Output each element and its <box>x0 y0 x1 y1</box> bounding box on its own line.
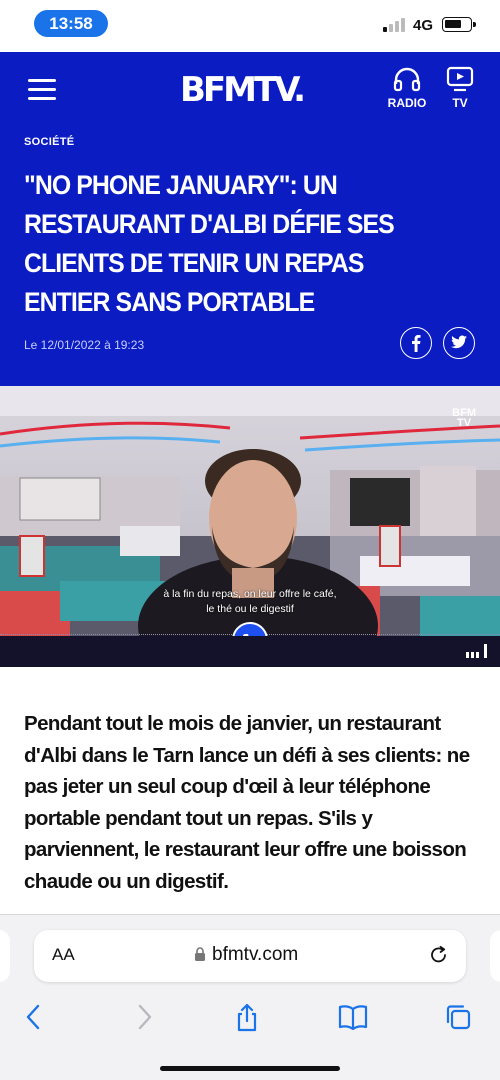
article-lede: Pendant tout le mois de janvier, un rest… <box>24 712 470 893</box>
article-headline: "NO PHONE JANUARY": UN RESTAURANT D'ALBI… <box>24 170 395 317</box>
signal-bars-icon[interactable] <box>466 644 490 658</box>
forward-chevron-icon <box>138 1004 152 1030</box>
article-category[interactable]: SOCIÉTÉ <box>24 136 74 148</box>
home-indicator[interactable] <box>160 1066 340 1071</box>
facebook-icon <box>412 335 421 352</box>
twitter-share-button[interactable] <box>443 327 475 359</box>
back-chevron-icon <box>26 1004 40 1030</box>
headphones-icon <box>393 67 421 92</box>
reload-button[interactable] <box>428 944 450 971</box>
reload-icon <box>431 945 446 963</box>
bookmarks-book-icon <box>338 1005 368 1031</box>
video-player[interactable]: BFM TV à la fin du repas, on leur offre … <box>0 386 500 667</box>
lock-icon <box>195 947 205 962</box>
forward-button[interactable] <box>124 997 164 1037</box>
bookmarks-button[interactable] <box>333 997 373 1037</box>
status-time: 13:58 <box>34 10 108 37</box>
play-screen-icon <box>446 66 474 92</box>
video-channel-badge: BFM TV <box>452 407 476 429</box>
tv-label: TV <box>452 96 468 110</box>
status-bar: 13:58 4G <box>0 0 500 52</box>
radio-label: RADIO <box>387 96 427 110</box>
browser-chrome: AA bfmtv.com <box>0 914 500 1080</box>
cellular-signal-icon <box>383 18 411 32</box>
share-button[interactable] <box>227 997 267 1037</box>
battery-icon <box>442 17 476 32</box>
hamburger-menu-icon[interactable] <box>28 79 56 101</box>
tv-button[interactable]: TV <box>435 66 485 116</box>
facebook-share-button[interactable] <box>400 327 432 359</box>
article-date: Le 12/01/2022 à 19:23 <box>24 338 145 352</box>
tabs-button[interactable] <box>438 997 478 1037</box>
site-header: BFMTV. RADIO TV SOCIÉTÉ "NO PHONE JANUAR… <box>0 52 500 386</box>
back-button[interactable] <box>14 997 54 1037</box>
tabs-icon <box>446 1005 471 1030</box>
video-control-bar <box>0 636 500 667</box>
url-text: bfmtv.com <box>212 944 299 965</box>
url-display[interactable]: bfmtv.com <box>194 944 298 966</box>
previous-tab-preview[interactable] <box>0 930 10 982</box>
video-subtitle: à la fin du repas, on leur offre le café… <box>163 588 337 615</box>
next-tab-preview[interactable] <box>490 930 500 982</box>
address-bar[interactable]: AA bfmtv.com <box>34 930 466 982</box>
twitter-icon <box>451 335 467 349</box>
radio-button[interactable]: RADIO <box>382 66 432 116</box>
share-icon <box>237 1003 257 1032</box>
bfmtv-logo[interactable]: BFMTV. <box>180 70 306 110</box>
network-type: 4G <box>413 17 434 34</box>
text-size-button[interactable]: AA <box>52 945 75 965</box>
